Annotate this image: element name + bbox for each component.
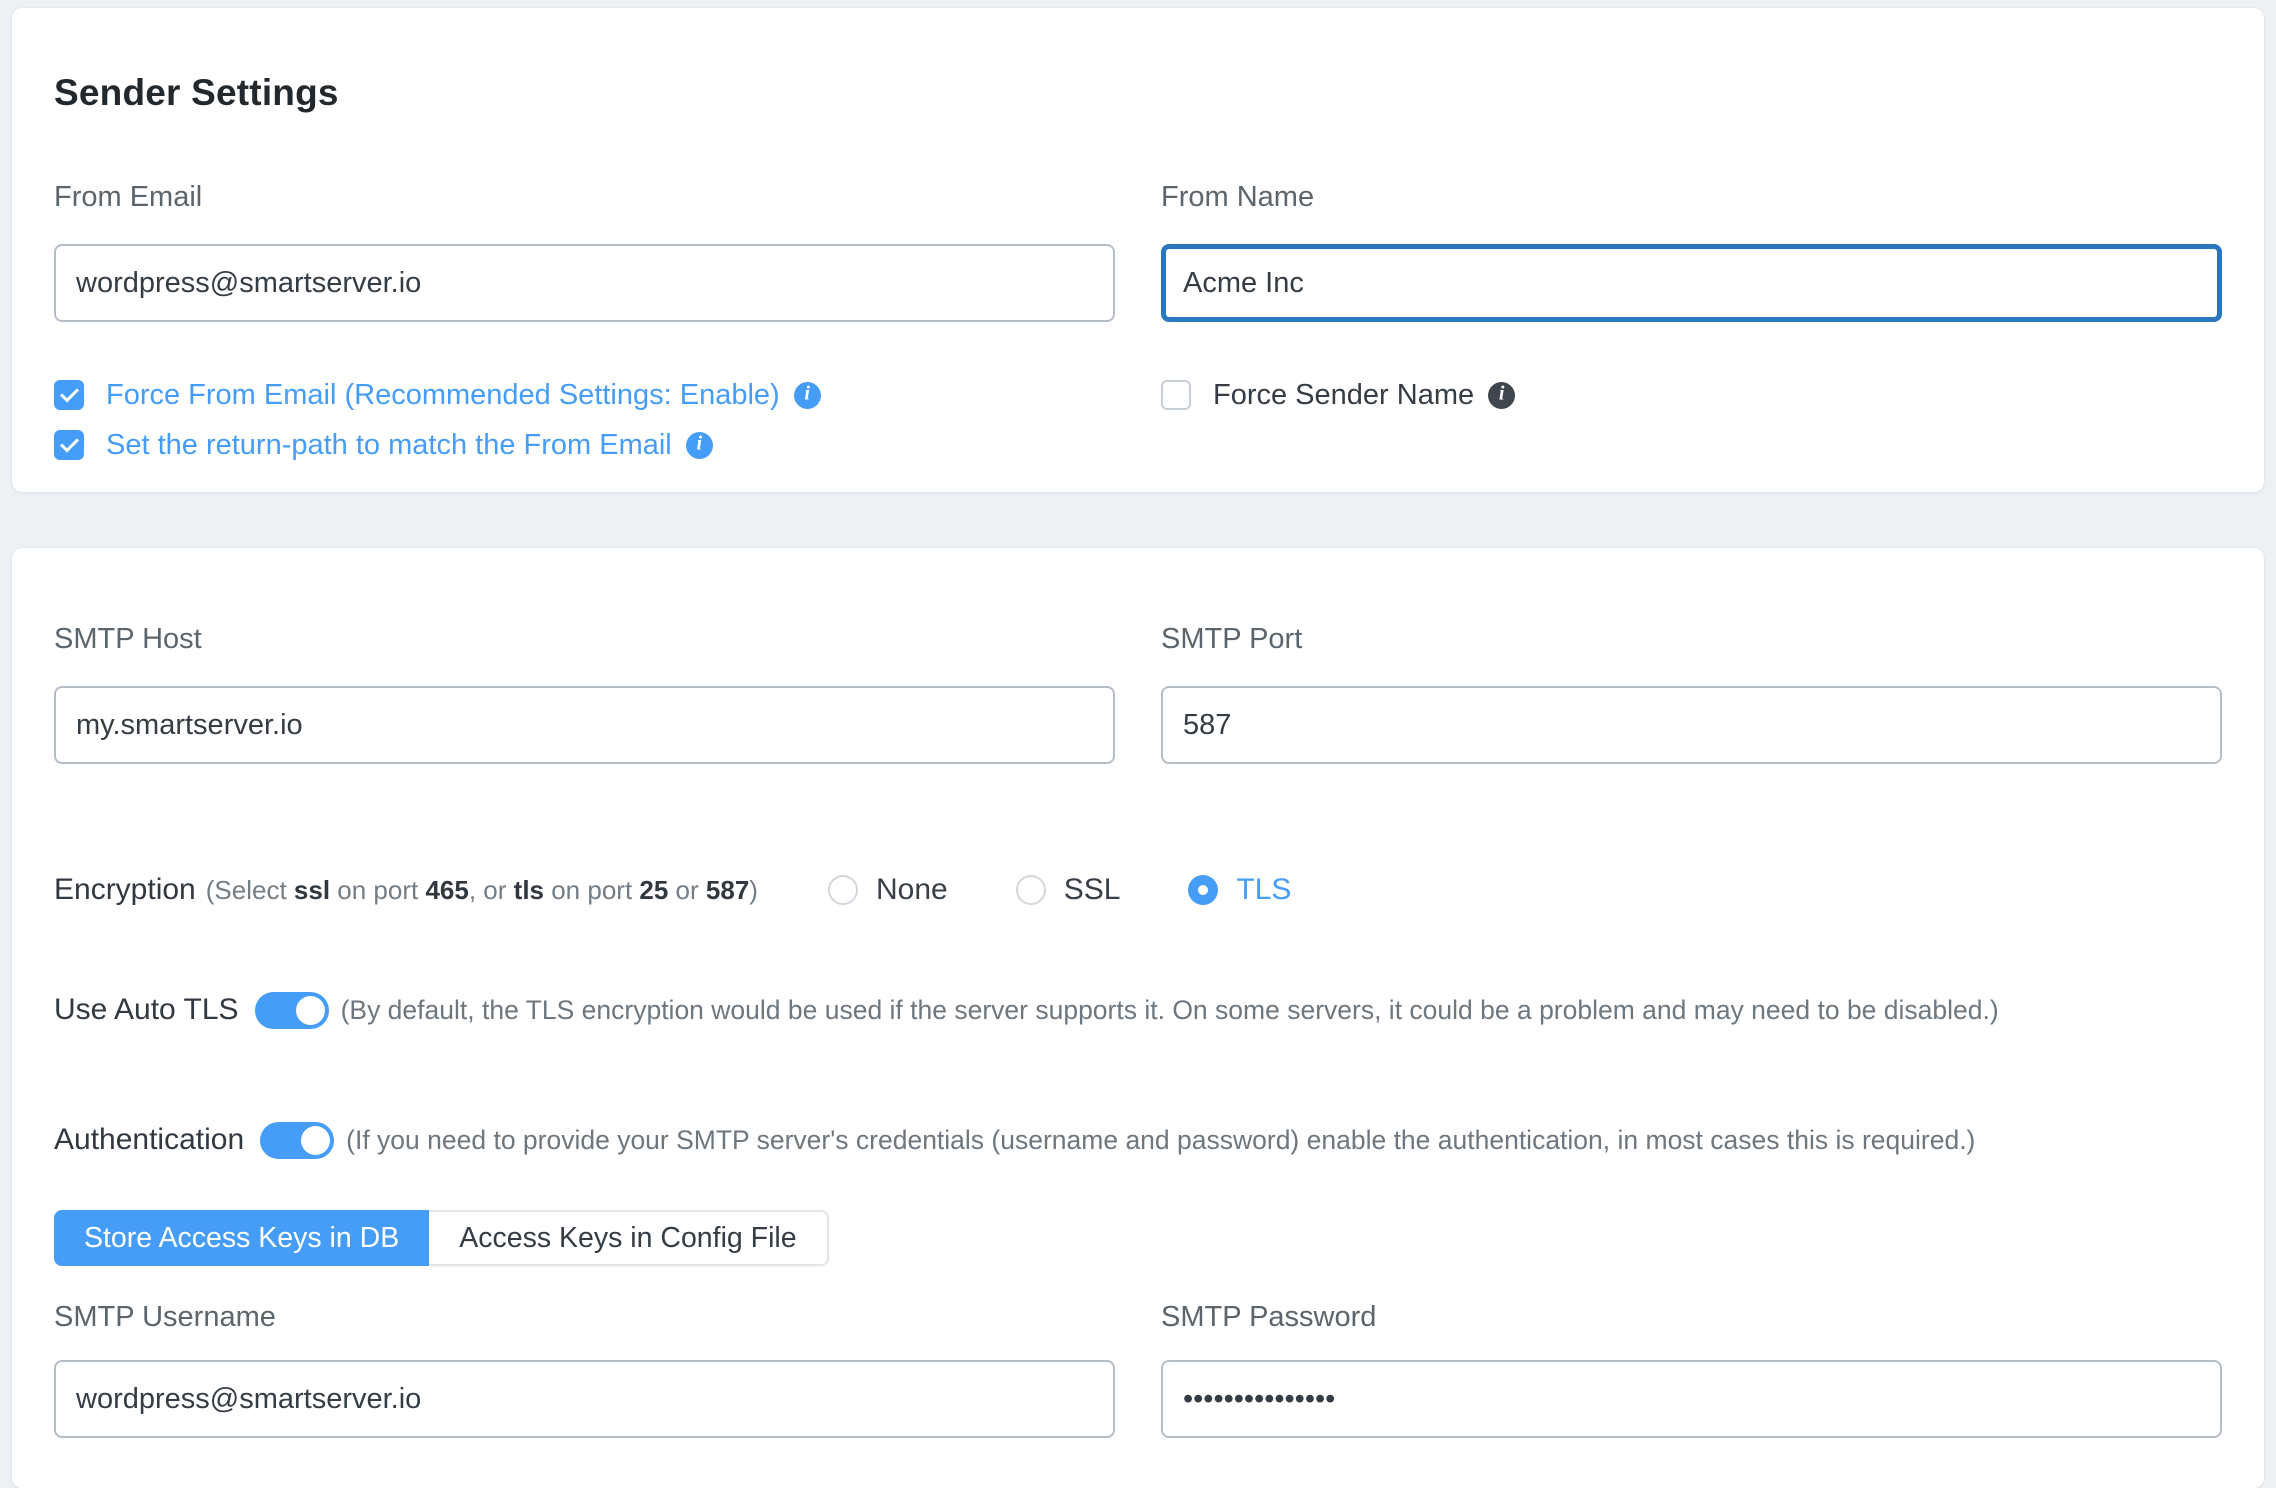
authentication-label: Authentication: [54, 1123, 244, 1157]
return-path-checkbox[interactable]: [54, 430, 84, 460]
smtp-host-column: SMTP Host: [54, 620, 1115, 764]
encryption-option-none-label: None: [876, 873, 948, 907]
encryption-hint: (Select ssl on port 465, or tls on port …: [206, 875, 758, 906]
sender-settings-card: Sender Settings From Email Force From Em…: [12, 8, 2264, 492]
smtp-password-label: SMTP Password: [1161, 1298, 2222, 1336]
auto-tls-toggle[interactable]: [255, 992, 329, 1029]
encryption-option-ssl[interactable]: SSL: [1016, 873, 1121, 907]
from-email-label: From Email: [54, 178, 1115, 216]
smtp-host-input[interactable]: [54, 686, 1115, 764]
from-name-label: From Name: [1161, 178, 2222, 216]
return-path-row: Set the return-path to match the From Em…: [54, 424, 1115, 466]
radio-icon-none[interactable]: [828, 875, 858, 905]
encryption-option-ssl-label: SSL: [1064, 873, 1121, 907]
smtp-username-input[interactable]: [54, 1360, 1115, 1438]
tab-store-keys-in-db[interactable]: Store Access Keys in DB: [54, 1210, 429, 1266]
smtp-host-label: SMTP Host: [54, 620, 1115, 658]
encryption-option-none[interactable]: None: [828, 873, 948, 907]
force-sender-name-label[interactable]: Force Sender Name: [1213, 375, 1474, 415]
auto-tls-row: Use Auto TLS (By default, the TLS encryp…: [54, 988, 2222, 1032]
force-from-email-label[interactable]: Force From Email (Recommended Settings: …: [106, 375, 780, 415]
authentication-row: Authentication (If you need to provide y…: [54, 1118, 2222, 1162]
smtp-password-column: SMTP Password: [1161, 1298, 2222, 1438]
smtp-port-input[interactable]: [1161, 686, 2222, 764]
smtp-username-column: SMTP Username: [54, 1298, 1115, 1438]
smtp-connection-card: SMTP Host SMTP Port Encryption (Select s…: [12, 548, 2264, 1488]
auto-tls-description: (By default, the TLS encryption would be…: [341, 995, 1999, 1026]
auto-tls-label: Use Auto TLS: [54, 993, 239, 1027]
force-from-email-checkbox[interactable]: [54, 380, 84, 410]
from-email-input[interactable]: [54, 244, 1115, 322]
radio-icon-ssl[interactable]: [1016, 875, 1046, 905]
tab-keys-in-config-file[interactable]: Access Keys in Config File: [429, 1210, 828, 1266]
info-icon[interactable]: [686, 432, 713, 459]
radio-icon-tls-selected[interactable]: [1188, 875, 1218, 905]
info-icon[interactable]: [794, 382, 821, 409]
authentication-toggle[interactable]: [260, 1122, 334, 1159]
from-name-column: From Name Force Sender Name: [1161, 178, 2222, 466]
force-sender-name-checkbox[interactable]: [1161, 380, 1191, 410]
authentication-description: (If you need to provide your SMTP server…: [346, 1125, 1975, 1156]
sender-settings-title: Sender Settings: [54, 72, 2222, 114]
smtp-password-input[interactable]: [1161, 1360, 2222, 1438]
from-email-column: From Email Force From Email (Recommended…: [54, 178, 1115, 466]
force-sender-name-row: Force Sender Name: [1161, 374, 2222, 416]
smtp-port-label: SMTP Port: [1161, 620, 2222, 658]
force-from-email-row: Force From Email (Recommended Settings: …: [54, 374, 1115, 416]
encryption-label: Encryption: [54, 873, 196, 907]
return-path-label[interactable]: Set the return-path to match the From Em…: [106, 425, 672, 465]
key-storage-tabs: Store Access Keys in DB Access Keys in C…: [54, 1210, 2222, 1266]
encryption-option-tls-label: TLS: [1236, 873, 1291, 907]
smtp-port-column: SMTP Port: [1161, 620, 2222, 764]
smtp-username-label: SMTP Username: [54, 1298, 1115, 1336]
encryption-option-tls[interactable]: TLS: [1188, 873, 1291, 907]
encryption-row: Encryption (Select ssl on port 465, or t…: [54, 868, 2222, 912]
info-icon[interactable]: [1488, 382, 1515, 409]
from-name-input[interactable]: [1161, 244, 2222, 322]
